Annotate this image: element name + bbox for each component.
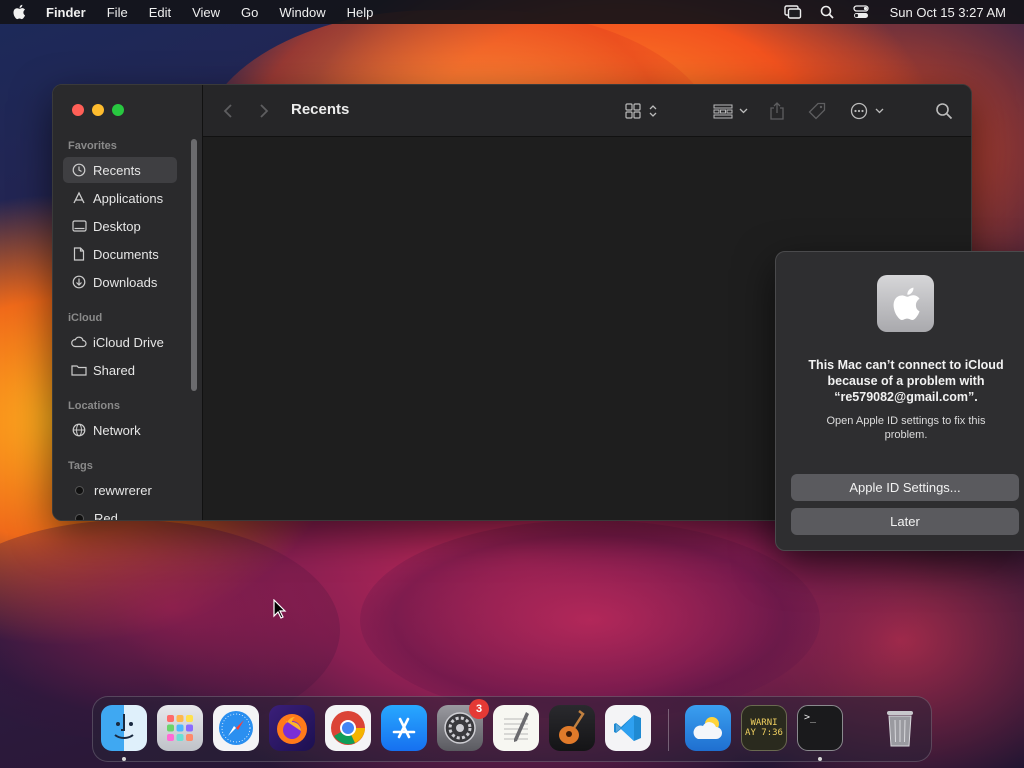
menu-window[interactable]: Window bbox=[279, 5, 325, 20]
later-button[interactable]: Later bbox=[791, 508, 1019, 535]
app-store-dock-icon[interactable] bbox=[381, 705, 427, 751]
spotlight-search-icon[interactable] bbox=[818, 3, 836, 21]
garageband-dock-icon[interactable] bbox=[549, 705, 595, 751]
sidebar-item-label: iCloud Drive bbox=[93, 334, 164, 350]
apple-logo-icon bbox=[877, 275, 934, 332]
sidebar-section-favorites: Favorites bbox=[68, 140, 117, 152]
sidebar-item-icloud-drive[interactable]: iCloud Drive bbox=[63, 329, 177, 355]
sidebar-item-desktop[interactable]: Desktop bbox=[63, 213, 177, 239]
window-controls bbox=[72, 104, 124, 116]
finder-toolbar: Recents bbox=[203, 85, 971, 137]
chrome-dock-icon[interactable] bbox=[325, 705, 371, 751]
more-actions-icon[interactable] bbox=[850, 99, 886, 123]
minimize-button[interactable] bbox=[92, 104, 104, 116]
firefox-dock-icon[interactable] bbox=[269, 705, 315, 751]
apple-id-settings-button[interactable]: Apple ID Settings... bbox=[791, 474, 1019, 501]
clock-icon bbox=[71, 162, 87, 178]
cloud-icon bbox=[71, 334, 87, 350]
search-icon[interactable] bbox=[935, 99, 953, 123]
menu-bar: Finder File Edit View Go Window Help Sun… bbox=[0, 0, 1024, 24]
launchpad-dock-icon[interactable] bbox=[157, 705, 203, 751]
alert-message: Open Apple ID settings to fix this probl… bbox=[826, 415, 986, 441]
dock: 3 WARNI AY 7:36 >_ bbox=[92, 696, 932, 762]
share-icon[interactable] bbox=[769, 99, 785, 123]
alert-title: This Mac can’t connect to iCloud because… bbox=[808, 358, 1004, 404]
menu-go[interactable]: Go bbox=[241, 5, 258, 20]
terminal-dock-icon[interactable]: >_ bbox=[797, 705, 843, 751]
weather-dock-icon[interactable] bbox=[685, 705, 731, 751]
tag-dot-icon bbox=[75, 485, 84, 495]
group-by-icon[interactable] bbox=[713, 99, 749, 123]
sidebar-section-icloud: iCloud bbox=[68, 312, 103, 324]
download-icon bbox=[71, 274, 87, 290]
sidebar-item-label: rewwrerer bbox=[94, 482, 152, 498]
apple-menu-icon[interactable] bbox=[12, 4, 28, 20]
sidebar-item-label: Red bbox=[94, 510, 118, 521]
textedit-dock-icon[interactable] bbox=[493, 705, 539, 751]
menu-view[interactable]: View bbox=[192, 5, 220, 20]
finder-sidebar: Favorites Recents Applications Desktop D… bbox=[53, 85, 203, 520]
document-icon bbox=[71, 246, 87, 262]
sidebar-item-downloads[interactable]: Downloads bbox=[63, 269, 177, 295]
close-button[interactable] bbox=[72, 104, 84, 116]
sidebar-scrollbar[interactable] bbox=[191, 139, 197, 391]
terminal-prompt: >_ bbox=[804, 712, 817, 723]
window-title: Recents bbox=[291, 101, 350, 118]
sidebar-item-shared[interactable]: Shared bbox=[63, 357, 177, 383]
tag-dot-icon bbox=[75, 513, 84, 520]
tag-icon[interactable] bbox=[808, 99, 826, 123]
sidebar-tag-red[interactable]: Red bbox=[63, 505, 177, 521]
menu-help[interactable]: Help bbox=[347, 5, 374, 20]
sidebar-item-label: Documents bbox=[93, 246, 159, 262]
sidebar-tag-rewwrerer[interactable]: rewwrerer bbox=[63, 477, 177, 503]
console-dock-icon[interactable]: WARNI AY 7:36 bbox=[741, 705, 787, 751]
sidebar-item-label: Desktop bbox=[93, 218, 141, 234]
desktop-icon bbox=[71, 218, 87, 234]
menu-app-name[interactable]: Finder bbox=[46, 5, 86, 20]
screen-mirroring-icon[interactable] bbox=[783, 3, 802, 21]
console-line-2: AY 7:36 bbox=[745, 728, 783, 738]
menu-file[interactable]: File bbox=[107, 5, 128, 20]
icloud-alert-dialog: This Mac can’t connect to iCloud because… bbox=[775, 251, 1024, 551]
sidebar-item-network[interactable]: Network bbox=[63, 417, 177, 443]
finder-dock-icon[interactable] bbox=[101, 705, 147, 751]
menu-edit[interactable]: Edit bbox=[149, 5, 171, 20]
safari-dock-icon[interactable] bbox=[213, 705, 259, 751]
applications-icon bbox=[71, 190, 87, 206]
vscode-dock-icon[interactable] bbox=[605, 705, 651, 751]
sidebar-item-label: Applications bbox=[93, 190, 164, 206]
notification-badge: 3 bbox=[469, 699, 489, 719]
zoom-button[interactable] bbox=[112, 104, 124, 116]
sidebar-item-label: Shared bbox=[93, 362, 135, 378]
globe-icon bbox=[71, 422, 87, 438]
control-center-icon[interactable] bbox=[852, 3, 870, 21]
back-chevron-icon[interactable] bbox=[223, 99, 233, 123]
sidebar-section-locations: Locations bbox=[68, 400, 120, 412]
sidebar-item-label: Downloads bbox=[93, 274, 158, 290]
sidebar-item-documents[interactable]: Documents bbox=[63, 241, 177, 267]
running-indicator bbox=[818, 757, 822, 761]
console-line-1: WARNI bbox=[750, 718, 778, 728]
trash-dock-icon[interactable] bbox=[877, 705, 923, 751]
sidebar-section-tags: Tags bbox=[68, 460, 93, 472]
sidebar-item-applications[interactable]: Applications bbox=[63, 185, 177, 211]
system-settings-dock-icon[interactable]: 3 bbox=[437, 699, 489, 751]
mouse-cursor-icon bbox=[273, 598, 287, 624]
shared-folder-icon bbox=[71, 362, 87, 378]
forward-chevron-icon[interactable] bbox=[259, 99, 269, 123]
running-indicator bbox=[122, 757, 126, 761]
sidebar-item-label: Network bbox=[93, 422, 141, 438]
menubar-clock[interactable]: Sun Oct 15 3:27 AM bbox=[890, 5, 1006, 20]
sidebar-item-recents[interactable]: Recents bbox=[63, 157, 177, 183]
dock-separator bbox=[668, 709, 669, 751]
view-grid-icon[interactable] bbox=[625, 99, 659, 123]
sidebar-item-label: Recents bbox=[93, 162, 141, 178]
